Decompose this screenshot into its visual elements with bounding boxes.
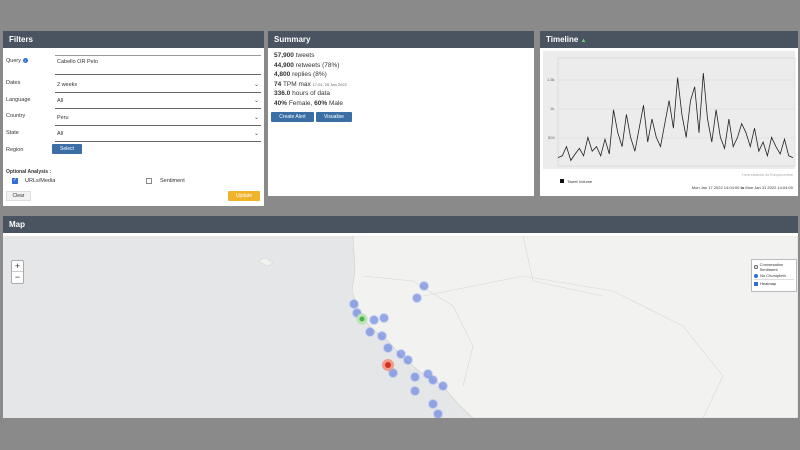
retweets-stat: 44,900 retweets (78%) — [274, 61, 340, 69]
legend-swatch — [560, 179, 564, 183]
timeline-title: Timeline ▲ — [540, 31, 798, 48]
timeline-panel: Timeline ▲ 1.5k 1k 500 Hora estándar de … — [540, 31, 798, 196]
heatmap-point — [438, 381, 448, 391]
chevron-down-icon: ⌄ — [253, 131, 259, 137]
layer-control: Conversation Sentiment No Choropleth Hea… — [751, 259, 797, 292]
region-label: Region — [6, 147, 24, 153]
urls-media-checkbox[interactable] — [12, 177, 18, 184]
dates-label: Dates — [6, 80, 21, 86]
heatmap-point — [377, 331, 387, 341]
legend-label: Tweet Volume — [567, 179, 593, 184]
sentiment-label: Sentiment — [160, 178, 185, 184]
heatmap-point — [369, 315, 379, 325]
summary-panel: Summary 57,900 tweets 44,900 retweets (7… — [268, 31, 534, 196]
triangle-up-icon: ▲ — [580, 38, 587, 44]
timezone-watermark: Hora estándar de Europa central — [742, 173, 793, 177]
dates-value: 2 weeks — [57, 82, 78, 88]
dates-select[interactable]: 2 weeks ⌄ — [55, 79, 261, 93]
zoom-out-button[interactable]: − — [12, 272, 23, 283]
timeline-chart: 1.5k 1k 500 Hora estándar de Europa cent… — [543, 51, 796, 190]
heatmap-point — [403, 355, 413, 365]
sentiment-marker-green[interactable] — [356, 313, 368, 325]
select-region-button[interactable]: Select — [52, 144, 82, 154]
layer-heatmap-option[interactable]: Heatmap — [754, 281, 794, 286]
map-title: Map — [3, 216, 798, 233]
radio-icon — [754, 273, 758, 278]
language-label: Language — [6, 97, 31, 103]
heatmap-point — [383, 343, 393, 353]
chevron-down-icon: ⌄ — [253, 98, 259, 104]
zoom-control: + − — [11, 260, 24, 284]
country-label: Country — [6, 113, 26, 119]
heatmap-point — [410, 372, 420, 382]
heatmap-point — [428, 375, 438, 385]
date-range: Mon Jan 17 2022 14:04:00 to Mon Jan 31 2… — [692, 185, 794, 190]
query-label: Query i — [6, 58, 28, 64]
query-value: Cabello OR Pelo — [57, 59, 98, 65]
update-button[interactable]: Update — [228, 191, 260, 201]
heatmap-point — [396, 349, 406, 359]
sentiment-marker-red[interactable] — [382, 359, 394, 371]
query-input[interactable]: Cabello OR Pelo — [55, 55, 261, 75]
state-select[interactable]: All ⌄ — [55, 128, 261, 142]
checkbox-icon — [754, 281, 758, 286]
create-alert-button[interactable]: Create Alert — [271, 112, 314, 122]
info-icon[interactable]: i — [22, 58, 28, 63]
filters-panel: Filters Query i Cabello OR Pelo Dates 2 … — [3, 31, 264, 206]
heatmap-point — [412, 293, 422, 303]
ytick-label: 1k — [550, 106, 554, 111]
country-value: Peru — [57, 115, 69, 121]
language-value: All — [57, 98, 64, 104]
summary-title: Summary — [268, 31, 534, 48]
state-value: All — [57, 131, 64, 137]
tweets-stat: 57,900 tweets — [274, 52, 315, 59]
map-svg — [3, 236, 798, 418]
map-canvas[interactable]: + − Conversation Sentiment No Choropleth… — [3, 236, 798, 418]
map-panel: Map + − Conversation Sentiment No Chorop… — [3, 216, 798, 418]
ytick-label: 500 — [548, 135, 555, 140]
filters-title: Filters — [3, 31, 264, 48]
heatmap-point — [349, 299, 359, 309]
ytick-label: 1.5k — [547, 77, 555, 82]
heatmap-point — [419, 281, 429, 291]
visualise-button[interactable]: Visualise — [316, 112, 352, 122]
heatmap-point — [433, 409, 443, 418]
chevron-down-icon: ⌄ — [253, 115, 259, 121]
country-select[interactable]: Peru ⌄ — [55, 112, 261, 126]
clear-button[interactable]: Clear — [6, 191, 31, 201]
heatmap-point — [379, 313, 389, 323]
replies-stat: 4,800 replies (8%) — [274, 71, 327, 78]
chevron-down-icon: ⌄ — [253, 82, 259, 88]
zoom-in-button[interactable]: + — [12, 261, 23, 272]
radio-icon — [754, 265, 758, 269]
urls-media-label: URLs/Media — [25, 178, 56, 184]
tpm-stat: 74 TPM max 17:01, 25 Jan 2022 — [274, 80, 347, 88]
heatmap-point — [410, 386, 420, 396]
hours-stat: 336.0 hours of data — [274, 90, 331, 97]
optional-analysis-label: Optional Analysis : — [6, 169, 52, 175]
layer-conversation-option[interactable]: Conversation Sentiment — [754, 262, 794, 272]
heatmap-point — [365, 327, 375, 337]
state-label: State — [6, 130, 19, 136]
heatmap-point — [428, 399, 438, 409]
layer-choropleth-option[interactable]: No Choropleth — [754, 273, 794, 278]
gender-stat: 40% Female, 60% Male — [274, 99, 344, 107]
language-select[interactable]: All ⌄ — [55, 95, 261, 109]
sentiment-checkbox[interactable] — [146, 178, 152, 184]
